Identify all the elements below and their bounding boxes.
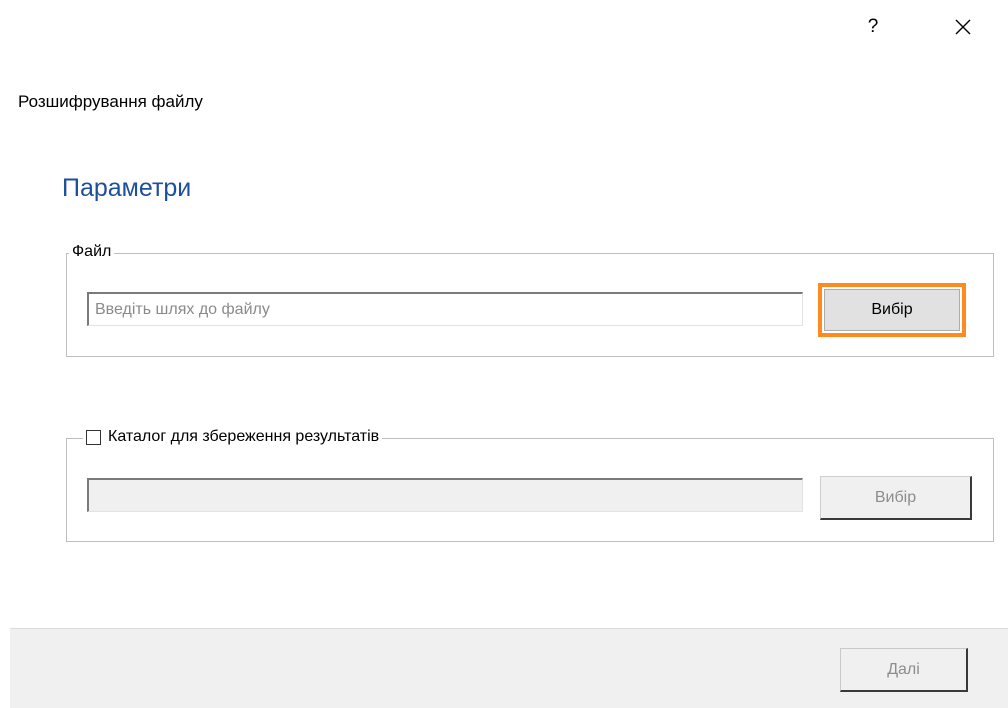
- file-path-input[interactable]: [87, 292, 803, 326]
- footer-bar: Далі: [10, 628, 1008, 708]
- output-dir-group: Каталог для збереження результатів Вибір: [66, 428, 994, 542]
- file-group-legend: Файл: [69, 243, 115, 261]
- output-dir-checkbox-label[interactable]: Каталог для збереження результатів: [108, 428, 379, 446]
- help-button[interactable]: ?: [858, 14, 888, 40]
- section-title: Параметри: [62, 174, 192, 202]
- output-dir-input[interactable]: [87, 478, 803, 512]
- dialog-title: Розшифрування файлу: [18, 92, 203, 111]
- output-dir-legend[interactable]: Каталог для збереження результатів: [83, 428, 383, 446]
- file-group-label: Файл: [72, 243, 112, 260]
- close-icon: [955, 19, 971, 35]
- file-group: Файл Вибір: [66, 243, 994, 357]
- output-dir-checkbox[interactable]: [86, 429, 101, 445]
- file-browse-button[interactable]: Вибір: [824, 289, 960, 331]
- output-dir-browse-button[interactable]: Вибір: [820, 476, 972, 520]
- next-button[interactable]: Далі: [840, 648, 968, 692]
- close-button[interactable]: [948, 14, 978, 40]
